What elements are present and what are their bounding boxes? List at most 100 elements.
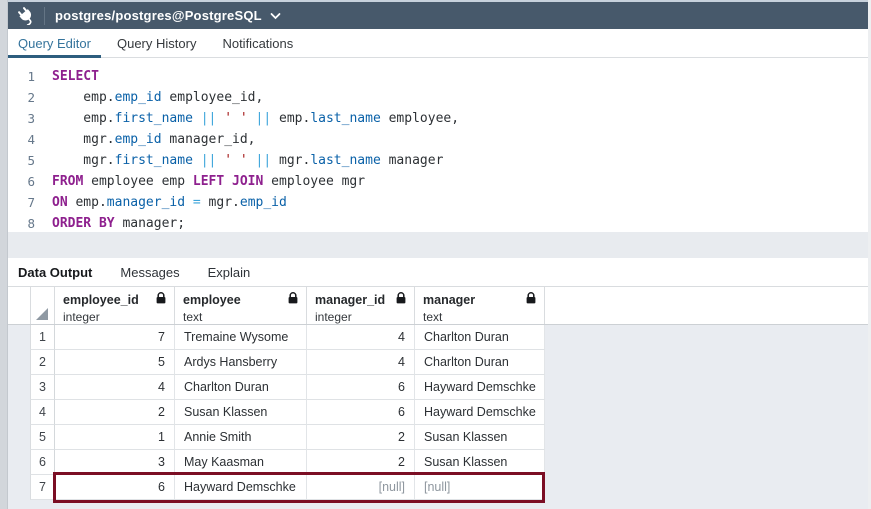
sql-token: || [256, 153, 272, 168]
row-number[interactable]: 4 [30, 400, 55, 425]
code-line[interactable]: ON emp.manager_id = mgr.emp_id [52, 192, 459, 213]
column-header-employee[interactable]: employeetext [175, 287, 307, 324]
result-cell-manager[interactable]: Charlton Duran [415, 350, 545, 375]
line-number: 7 [8, 192, 35, 213]
plug-icon [8, 6, 44, 25]
result-cell-employee_id[interactable]: 6 [55, 475, 175, 500]
chevron-down-icon[interactable] [270, 12, 281, 20]
sql-editor[interactable]: 12345678 SELECT emp.emp_id employee_id, … [8, 58, 868, 232]
sql-token: mgr. [52, 132, 115, 147]
column-header-employee_id[interactable]: employee_idinteger [55, 287, 175, 324]
row-number[interactable]: 5 [30, 425, 55, 450]
result-cell-employee[interactable]: May Kaasman [175, 450, 307, 475]
table-row: 25Ardys Hansberry4Charlton Duran [30, 350, 871, 375]
column-header-manager_id[interactable]: manager_idinteger [307, 287, 415, 324]
code-line[interactable]: emp.emp_id employee_id, [52, 87, 459, 108]
row-number[interactable]: 2 [30, 350, 55, 375]
topbar-divider [44, 7, 45, 25]
sql-token: ORDER BY [52, 216, 115, 231]
result-cell-employee[interactable]: Charlton Duran [175, 375, 307, 400]
lock-icon [526, 291, 536, 309]
sql-token [193, 153, 201, 168]
sql-token: emp_id [115, 90, 162, 105]
result-cell-manager_id[interactable]: 6 [307, 400, 415, 425]
sql-token [248, 153, 256, 168]
result-cell-manager_id[interactable]: 4 [307, 350, 415, 375]
sql-token: emp. [52, 90, 115, 105]
tab-explain[interactable]: Explain [198, 265, 261, 280]
column-type: text [423, 310, 536, 324]
sql-token: || [201, 153, 217, 168]
result-cell-manager[interactable]: [null] [415, 475, 545, 500]
result-cell-employee_id[interactable]: 2 [55, 400, 175, 425]
result-cell-manager[interactable]: Susan Klassen [415, 425, 545, 450]
result-cell-employee_id[interactable]: 3 [55, 450, 175, 475]
code-line[interactable]: mgr.first_name || ' ' || mgr.last_name m… [52, 150, 459, 171]
result-cell-manager_id[interactable]: 2 [307, 450, 415, 475]
result-cell-manager[interactable]: Susan Klassen [415, 450, 545, 475]
result-cell-manager_id[interactable]: [null] [307, 475, 415, 500]
connection-label[interactable]: postgres/postgres@PostgreSQL [55, 8, 262, 23]
sql-token: = [193, 195, 201, 210]
sql-token: manager [381, 153, 444, 168]
code-area[interactable]: SELECT emp.emp_id employee_id, emp.first… [48, 58, 459, 232]
code-line[interactable]: mgr.emp_id manager_id, [52, 129, 459, 150]
result-cell-employee[interactable]: Hayward Demschke [175, 475, 307, 500]
result-cell-employee[interactable]: Ardys Hansberry [175, 350, 307, 375]
result-cell-employee[interactable]: Tremaine Wysome [175, 325, 307, 350]
result-cell-manager[interactable]: Hayward Demschke [415, 400, 545, 425]
tab-notifications-label: Notifications [222, 36, 293, 51]
sql-token: FROM [52, 174, 83, 189]
line-number: 5 [8, 150, 35, 171]
sql-token: employee emp [83, 174, 193, 189]
table-row: 17Tremaine Wysome4Charlton Duran [30, 325, 871, 350]
column-name: manager_id [315, 293, 385, 307]
tab-messages-label: Messages [120, 265, 179, 280]
sql-token: mgr. [271, 153, 310, 168]
line-number-gutter: 12345678 [8, 58, 48, 232]
column-header-manager[interactable]: managertext [415, 287, 545, 324]
tab-data-output[interactable]: Data Output [8, 265, 102, 280]
sql-token: || [201, 111, 217, 126]
tab-query-history[interactable]: Query History [107, 29, 206, 57]
tab-messages[interactable]: Messages [110, 265, 189, 280]
tab-data-output-label: Data Output [18, 265, 92, 280]
output-tabs: Data Output Messages Explain [8, 258, 871, 286]
connection-bar: postgres/postgres@PostgreSQL [8, 2, 871, 29]
code-line[interactable]: ORDER BY manager; [52, 213, 459, 232]
tab-query-editor-label: Query Editor [18, 36, 91, 51]
tab-notifications[interactable]: Notifications [212, 29, 303, 57]
result-cell-manager_id[interactable]: 6 [307, 375, 415, 400]
select-all-corner[interactable] [30, 287, 55, 324]
column-type: integer [315, 310, 406, 324]
sql-token: first_name [115, 111, 193, 126]
result-cell-employee[interactable]: Annie Smith [175, 425, 307, 450]
row-number[interactable]: 1 [30, 325, 55, 350]
column-type: integer [63, 310, 166, 324]
sql-token: first_name [115, 153, 193, 168]
result-cell-manager[interactable]: Charlton Duran [415, 325, 545, 350]
row-number[interactable]: 6 [30, 450, 55, 475]
sql-token: last_name [310, 153, 380, 168]
output-panel: Data Output Messages Explain employee_id… [8, 258, 871, 509]
code-line[interactable]: FROM employee emp LEFT JOIN employee mgr [52, 171, 459, 192]
code-line[interactable]: emp.first_name || ' ' || emp.last_name e… [52, 108, 459, 129]
result-cell-employee[interactable]: Susan Klassen [175, 400, 307, 425]
result-cell-manager_id[interactable]: 4 [307, 325, 415, 350]
code-line[interactable]: SELECT [52, 66, 459, 87]
result-cell-employee_id[interactable]: 7 [55, 325, 175, 350]
result-cell-employee_id[interactable]: 4 [55, 375, 175, 400]
result-cell-employee_id[interactable]: 1 [55, 425, 175, 450]
panel-splitter[interactable] [8, 232, 871, 258]
tab-query-editor[interactable]: Query Editor [8, 29, 101, 57]
result-cell-employee_id[interactable]: 5 [55, 350, 175, 375]
sql-token: || [256, 111, 272, 126]
result-cell-manager[interactable]: Hayward Demschke [415, 375, 545, 400]
sql-token [185, 195, 193, 210]
row-number[interactable]: 3 [30, 375, 55, 400]
line-number: 6 [8, 171, 35, 192]
table-row: 51Annie Smith2Susan Klassen [30, 425, 871, 450]
sql-token: ON [52, 195, 68, 210]
row-number[interactable]: 7 [30, 475, 55, 500]
result-cell-manager_id[interactable]: 2 [307, 425, 415, 450]
